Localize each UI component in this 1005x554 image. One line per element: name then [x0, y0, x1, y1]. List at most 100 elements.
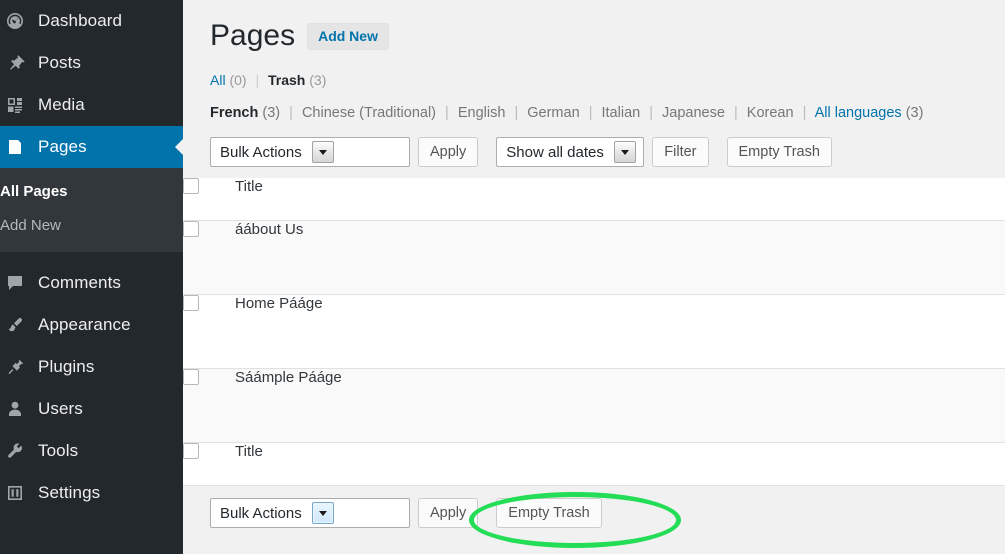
status-filter-trash-count: (3): [309, 72, 327, 88]
comment-icon: [4, 272, 26, 294]
user-icon: [4, 398, 26, 420]
language-filter-english[interactable]: English: [458, 105, 506, 121]
language-filter-french-count: (3): [262, 105, 281, 121]
submenu-item-label: Add New: [0, 217, 61, 234]
table-row[interactable]: Home Pááge: [183, 294, 1005, 369]
table-header-row: Title: [183, 178, 1005, 221]
add-new-button[interactable]: Add New: [307, 22, 389, 50]
language-filter-all-languages-count: (3): [905, 105, 924, 121]
language-filter-german[interactable]: German: [527, 105, 579, 121]
sidebar-item-label: Settings: [38, 483, 101, 502]
empty-trash-button-top[interactable]: Empty Trash: [726, 137, 832, 167]
pages-table: Title áábout Us Home Pááge Sáámple Pááge…: [183, 178, 1005, 486]
bulk-actions-select-bottom[interactable]: Bulk Actions: [210, 498, 410, 528]
sidebar-item-pages[interactable]: Pages: [0, 126, 183, 168]
sidebar-item-label: Appearance: [38, 315, 131, 334]
sidebar-item-media[interactable]: Media: [0, 84, 183, 126]
row-select-cell: [183, 294, 235, 369]
language-filter-separator: |: [802, 105, 807, 121]
language-filter-all-languages[interactable]: All languages: [815, 105, 902, 121]
chevron-down-icon[interactable]: [311, 502, 334, 524]
select-all-checkbox-footer[interactable]: [183, 443, 199, 459]
table-toolbar-top: Bulk Actions Apply Show all dates Filter…: [210, 137, 1005, 167]
sidebar-item-dashboard[interactable]: Dashboard: [0, 0, 183, 42]
row-title[interactable]: Home Pááge: [235, 294, 1005, 369]
pages-table-container: Title áábout Us Home Pááge Sáámple Pááge…: [183, 178, 1005, 486]
sidebar-item-label: Dashboard: [38, 11, 123, 30]
submenu-item-add-new[interactable]: Add New: [0, 209, 183, 243]
row-checkbox[interactable]: [183, 369, 199, 385]
sidebar-item-users[interactable]: Users: [0, 388, 183, 430]
language-filter-korean[interactable]: Korean: [747, 105, 794, 121]
sidebar-item-label: Comments: [38, 273, 121, 292]
status-filter-links: All (0) | Trash (3): [210, 70, 1005, 90]
status-filter-all[interactable]: All: [210, 72, 226, 88]
sidebar-item-comments[interactable]: Comments: [0, 262, 183, 304]
status-filter-separator: |: [255, 72, 260, 88]
bulk-actions-value: Bulk Actions: [220, 143, 302, 161]
language-filter-separator: |: [514, 105, 519, 121]
date-filter-value: Show all dates: [506, 143, 604, 161]
sidebar-item-label: Posts: [38, 53, 82, 72]
bulk-actions-select-top[interactable]: Bulk Actions: [210, 137, 410, 167]
sidebar-item-posts[interactable]: Posts: [0, 42, 183, 84]
table-row[interactable]: áábout Us: [183, 220, 1005, 295]
pin-icon: [4, 52, 26, 74]
media-icon: [4, 94, 26, 116]
status-filter-all-count: (0): [229, 72, 247, 88]
sidebar-item-label: Plugins: [38, 357, 95, 376]
language-filter-chinese-traditional[interactable]: Chinese (Traditional): [302, 105, 436, 121]
brush-icon: [4, 314, 26, 336]
row-checkbox[interactable]: [183, 295, 199, 311]
main-content: Pages Add New All (0) | Trash (3) French…: [183, 0, 1005, 554]
plug-icon: [4, 356, 26, 378]
dashboard-icon: [4, 10, 26, 32]
table-toolbar-bottom: Bulk Actions Apply Empty Trash: [210, 498, 1005, 528]
sidebar-item-label: Users: [38, 399, 83, 418]
apply-button-top[interactable]: Apply: [418, 137, 479, 167]
sidebar-item-plugins[interactable]: Plugins: [0, 346, 183, 388]
wrench-icon: [4, 440, 26, 462]
submenu-item-all-pages[interactable]: All Pages: [0, 175, 183, 209]
page-wrap: Pages Add New All (0) | Trash (3) French…: [183, 0, 1005, 528]
column-header-title[interactable]: Title: [235, 178, 1005, 221]
select-all-cell-footer: [183, 442, 235, 486]
sidebar-item-label: Tools: [38, 441, 79, 460]
filter-button[interactable]: Filter: [652, 137, 709, 167]
status-filter-trash[interactable]: Trash: [268, 72, 305, 88]
chevron-down-icon[interactable]: [613, 141, 636, 163]
sidebar-item-appearance[interactable]: Appearance: [0, 304, 183, 346]
language-filter-separator: |: [445, 105, 449, 121]
sidebar-item-tools[interactable]: Tools: [0, 430, 183, 472]
row-select-cell: [183, 220, 235, 295]
table-footer-row: Title: [183, 442, 1005, 486]
chevron-down-icon[interactable]: [311, 141, 334, 163]
language-filter-japanese[interactable]: Japanese: [662, 105, 725, 121]
language-filter-links: French (3) | Chinese (Traditional) | Eng…: [210, 103, 1005, 123]
page-icon: [4, 136, 26, 158]
select-all-cell: [183, 178, 235, 221]
date-filter-select[interactable]: Show all dates: [496, 137, 645, 167]
settings-icon: [4, 482, 26, 504]
language-filter-french[interactable]: French: [210, 105, 258, 121]
language-filter-separator: |: [588, 105, 593, 121]
apply-button-bottom[interactable]: Apply: [418, 498, 479, 528]
sidebar-item-settings[interactable]: Settings: [0, 472, 183, 514]
pages-submenu: All Pages Add New: [0, 168, 183, 252]
language-filter-italian[interactable]: Italian: [602, 105, 641, 121]
page-title: Pages: [210, 19, 296, 52]
language-filter-separator: |: [733, 105, 738, 121]
admin-sidebar: Dashboard Posts Media Pages All Pages Ad…: [0, 0, 183, 554]
wordpress-admin-screen: Dashboard Posts Media Pages All Pages Ad…: [0, 0, 1005, 554]
table-row[interactable]: Sáámple Pááge: [183, 368, 1005, 443]
column-footer-title[interactable]: Title: [235, 442, 1005, 486]
empty-trash-button-bottom[interactable]: Empty Trash: [496, 498, 602, 528]
row-checkbox[interactable]: [183, 221, 199, 237]
row-title[interactable]: áábout Us: [235, 220, 1005, 295]
row-title[interactable]: Sáámple Pááge: [235, 368, 1005, 443]
sidebar-item-label: Pages: [38, 137, 87, 156]
language-filter-separator: |: [649, 105, 654, 121]
submenu-item-label: All Pages: [0, 183, 68, 200]
select-all-checkbox[interactable]: [183, 178, 199, 194]
